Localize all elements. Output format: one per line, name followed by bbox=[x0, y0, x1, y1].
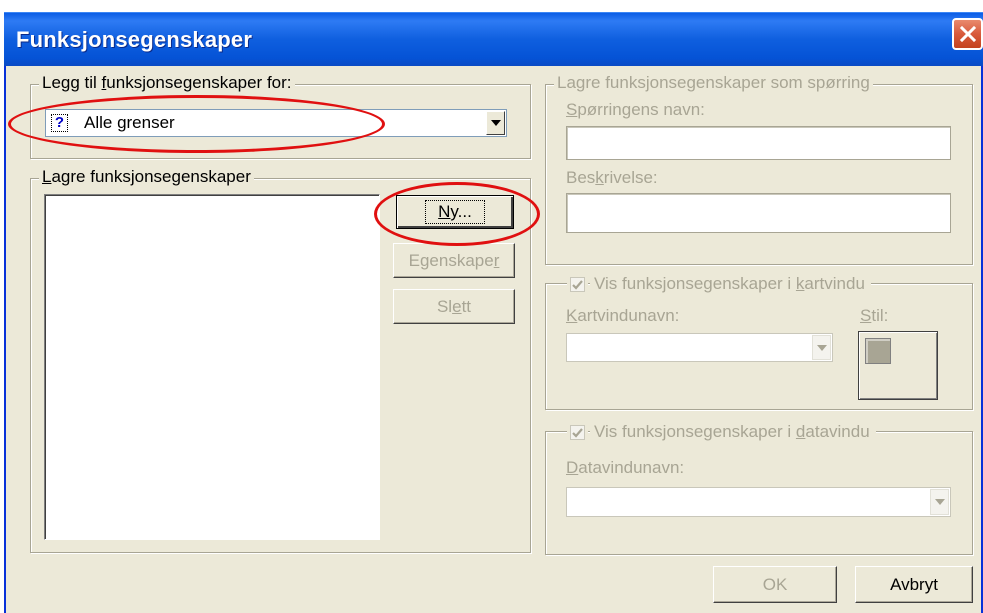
feature-source-select[interactable]: ? Alle grenser bbox=[45, 109, 507, 137]
show-in-map-label: Vis funksjonsegenskaper i kartvindu bbox=[590, 274, 871, 294]
query-name-label: Spørringens navn: bbox=[566, 100, 705, 119]
data-window-dropdown-arrow[interactable] bbox=[930, 489, 949, 515]
title-bar[interactable]: Funksjonsegenskaper bbox=[4, 12, 983, 66]
style-label: Stil: bbox=[860, 306, 889, 325]
data-window-select[interactable] bbox=[566, 487, 951, 517]
add-properties-legend: Legg til funksjonsegenskaper for: bbox=[39, 73, 295, 93]
checkmark-icon bbox=[572, 427, 583, 438]
checkmark-icon bbox=[572, 279, 583, 290]
saved-properties-list[interactable] bbox=[44, 194, 380, 540]
new-button[interactable]: Ny... bbox=[396, 195, 514, 229]
show-in-data-label: Vis funksjonsegenskaper i datavindu bbox=[590, 422, 876, 442]
data-window-name-label: Datavindunavn: bbox=[566, 458, 685, 477]
dropdown-arrow-button[interactable] bbox=[486, 111, 505, 135]
description-label: Beskrivelse: bbox=[566, 168, 658, 187]
style-button[interactable] bbox=[858, 331, 938, 400]
show-in-map-checkbox[interactable] bbox=[567, 274, 588, 295]
chevron-down-icon bbox=[934, 499, 945, 505]
query-name-input[interactable] bbox=[566, 126, 951, 160]
description-input[interactable] bbox=[566, 193, 951, 233]
properties-button[interactable]: Egenskaper bbox=[393, 243, 515, 278]
style-swatch bbox=[865, 338, 891, 364]
feature-source-value: Alle grenser bbox=[84, 113, 175, 132]
cancel-button[interactable]: Avbryt bbox=[855, 566, 973, 603]
saved-properties-legend: Lagre funksjonsegenskaper bbox=[39, 167, 254, 187]
window-title: Funksjonsegenskaper bbox=[16, 27, 253, 52]
map-window-select[interactable] bbox=[566, 333, 833, 362]
map-window-name-label: Kartvindunavn: bbox=[566, 306, 680, 325]
show-in-data-checkbox[interactable] bbox=[567, 422, 588, 443]
close-button[interactable] bbox=[952, 18, 983, 50]
chevron-down-icon bbox=[816, 344, 827, 351]
ok-button[interactable]: OK bbox=[713, 566, 837, 603]
close-icon bbox=[959, 25, 976, 43]
delete-button[interactable]: Slett bbox=[393, 289, 515, 324]
question-mark-icon: ? bbox=[51, 114, 68, 132]
map-window-dropdown-arrow[interactable] bbox=[812, 335, 831, 360]
save-query-legend: Lagre funksjonsegenskaper som spørring bbox=[554, 73, 873, 93]
chevron-down-icon bbox=[490, 120, 501, 126]
